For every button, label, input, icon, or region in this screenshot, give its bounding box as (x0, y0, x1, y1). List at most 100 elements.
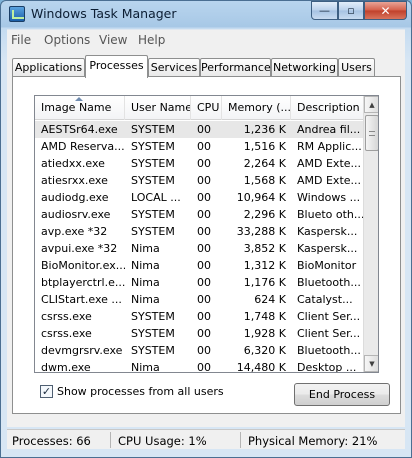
cell-memory: 2,296 K (243, 208, 286, 221)
process-row[interactable]: BioMonitor.ex... Nima 00 1,312 K BioMonitor (35, 257, 363, 274)
process-row[interactable]: audiosrv.exe SYSTEM 00 2,296 K Blueto oth... (35, 206, 363, 223)
cell-user-name: Nima (131, 259, 160, 272)
cell-description: Bluetooth... (297, 276, 361, 289)
column-header-cpu[interactable]: CPU (191, 96, 222, 120)
process-row[interactable]: atiesrxx.exe SYSTEM 00 1,568 K AMD Exte... (35, 172, 363, 189)
cell-user-name: SYSTEM (131, 344, 175, 357)
cell-cpu: 00 (197, 293, 211, 306)
menu-file[interactable]: File (11, 33, 31, 47)
cell-cpu: 00 (197, 191, 211, 204)
client-area: Applications Processes Services Performa… (7, 49, 405, 427)
cell-user-name: SYSTEM (131, 140, 175, 153)
window-title: Windows Task Manager (31, 6, 177, 21)
cell-image-name: csrss.exe (41, 310, 92, 323)
cell-description: AMD Exte... (297, 157, 362, 170)
process-row[interactable]: CLIStart.exe ... Nima 00 624 K Catalyst... (35, 291, 363, 308)
end-process-button[interactable]: End Process (294, 383, 390, 406)
cell-memory: 1,312 K (243, 259, 286, 272)
scroll-up-button[interactable]: ▲ (364, 96, 378, 113)
cell-user-name: SYSTEM (131, 310, 175, 323)
cell-user-name: SYSTEM (131, 157, 175, 170)
cell-memory: 10,964 K (236, 191, 286, 204)
scroll-grip-icon (369, 131, 375, 136)
scroll-thumb[interactable] (365, 115, 378, 151)
scroll-down-button[interactable]: ▼ (364, 355, 378, 372)
cell-image-name: AMD Reserva... (41, 140, 125, 153)
menu-options[interactable]: Options (44, 33, 90, 47)
cell-cpu: 00 (197, 123, 211, 136)
tab-performance[interactable]: Performance (200, 58, 271, 77)
task-manager-app-icon (9, 6, 25, 22)
menu-bar: File Options View Help (7, 29, 405, 49)
maximize-button[interactable]: ▫ (338, 1, 364, 20)
cell-image-name: dwm.exe (41, 361, 91, 373)
cell-description: Kaspersk... (297, 225, 358, 238)
cell-user-name: SYSTEM (131, 123, 175, 136)
tab-applications[interactable]: Applications (12, 58, 85, 77)
process-list[interactable]: Image Name User Name CPU Memory (... Des… (34, 95, 379, 373)
process-rows: AESTSr64.exe SYSTEM 00 1,236 K Andrea fil...… (35, 121, 363, 373)
menu-view[interactable]: View (99, 33, 127, 47)
tab-processes[interactable]: Processes (85, 55, 148, 78)
cell-memory: 1,176 K (243, 276, 286, 289)
process-row[interactable]: AMD Reserva... SYSTEM 00 1,516 K RM Applic..… (35, 138, 363, 155)
process-row[interactable]: csrss.exe SYSTEM 00 1,928 K Client Ser... (35, 325, 363, 342)
column-header-memory[interactable]: Memory (... (222, 96, 291, 120)
status-divider (110, 432, 111, 448)
process-row[interactable]: avp.exe *32 SYSTEM 00 33,288 K Kaspersk... (35, 223, 363, 240)
menu-help[interactable]: Help (138, 33, 165, 47)
show-all-users-label: Show processes from all users (57, 384, 224, 398)
cell-description: Blueto oth... (297, 208, 363, 221)
cell-memory: 3,852 K (243, 242, 286, 255)
cell-image-name: avpui.exe *32 (41, 242, 118, 255)
cell-cpu: 00 (197, 208, 211, 221)
cell-cpu: 00 (197, 344, 211, 357)
process-row[interactable]: dwm.exe Nima 00 14,480 K Desktop ... (35, 359, 363, 373)
tab-strip: Applications Processes Services Performa… (7, 55, 405, 78)
cell-image-name: avp.exe *32 (41, 225, 108, 238)
cell-image-name: CLIStart.exe ... (41, 293, 122, 306)
cell-memory: 33,288 K (236, 225, 286, 238)
cell-description: Client Ser... (297, 310, 361, 323)
cell-memory: 2,264 K (243, 157, 286, 170)
title-bar[interactable]: Windows Task Manager — ▫ ✕ (1, 1, 411, 27)
process-row[interactable]: audiodg.exe LOCAL ... 00 10,964 K Windows ..… (35, 189, 363, 206)
tab-users[interactable]: Users (338, 58, 375, 77)
process-row[interactable]: atiedxx.exe SYSTEM 00 2,264 K AMD Exte... (35, 155, 363, 172)
cell-cpu: 00 (197, 310, 211, 323)
process-row[interactable]: devmgrsrv.exe SYSTEM 00 6,320 K Bluetooth... (35, 342, 363, 359)
tab-networking[interactable]: Networking (271, 58, 338, 77)
status-processes: Processes: 66 (12, 434, 91, 448)
cell-image-name: btplayerctrl.e... (41, 276, 125, 289)
column-header-label: Image Name (41, 101, 112, 114)
column-header-user-name[interactable]: User Name (125, 96, 191, 120)
cell-image-name: audiodg.exe (41, 191, 109, 204)
column-header-description[interactable]: Description (291, 96, 363, 120)
minimize-button[interactable]: — (311, 1, 338, 20)
show-all-users-checkbox[interactable]: ✓ Show processes from all users (40, 383, 224, 399)
cell-user-name: SYSTEM (131, 327, 175, 340)
cell-memory: 14,480 K (236, 361, 286, 373)
close-button[interactable]: ✕ (364, 1, 407, 20)
cell-description: AMD Exte... (297, 174, 362, 187)
process-row[interactable]: AESTSr64.exe SYSTEM 00 1,236 K Andrea fil... (35, 121, 363, 138)
checkbox-checked-icon[interactable]: ✓ (40, 384, 53, 398)
vertical-scrollbar[interactable]: ▲ ▼ (363, 96, 378, 372)
cell-memory: 1,236 K (243, 123, 286, 136)
cell-image-name: csrss.exe (41, 327, 92, 340)
cell-cpu: 00 (197, 225, 211, 238)
process-row[interactable]: avpui.exe *32 Nima 00 3,852 K Kaspersk... (35, 240, 363, 257)
cell-memory: 1,568 K (243, 174, 286, 187)
cell-user-name: Nima (131, 242, 160, 255)
process-row[interactable]: btplayerctrl.e... Nima 00 1,176 K Bluetooth.… (35, 274, 363, 291)
cell-description: Client Ser... (297, 327, 361, 340)
cell-cpu: 00 (197, 361, 211, 373)
cell-memory: 1,748 K (243, 310, 286, 323)
process-row[interactable]: csrss.exe SYSTEM 00 1,748 K Client Ser... (35, 308, 363, 325)
cell-cpu: 00 (197, 157, 211, 170)
tab-services[interactable]: Services (148, 58, 200, 77)
column-header-image-name[interactable]: Image Name (35, 96, 125, 120)
status-divider (240, 432, 241, 448)
cell-memory: 1,928 K (243, 327, 286, 340)
cell-cpu: 00 (197, 174, 211, 187)
